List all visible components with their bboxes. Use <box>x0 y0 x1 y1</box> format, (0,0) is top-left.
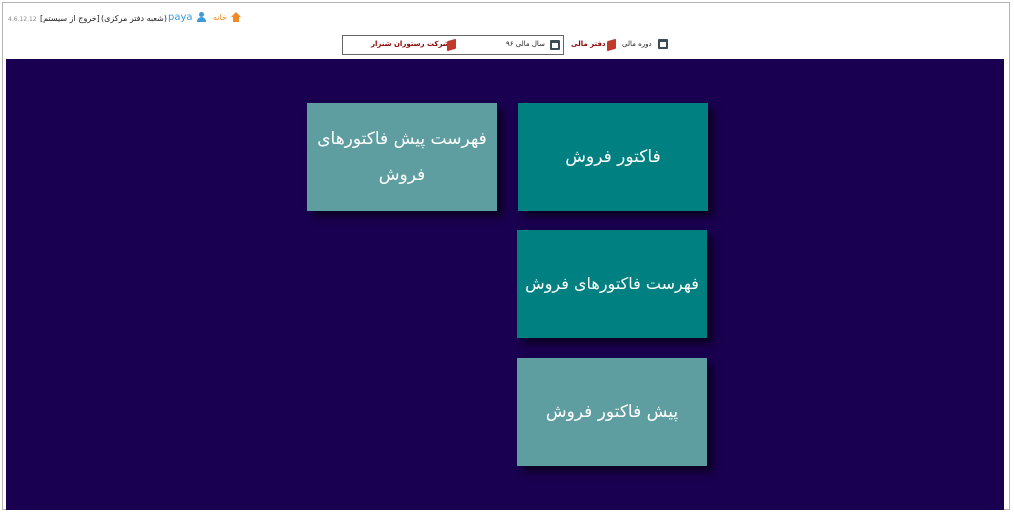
tile-proforma-invoice[interactable]: پیش فاکتور فروش <box>517 358 707 466</box>
tile-sales-invoice-list-label: فهرست فاکتورهای فروش <box>525 274 699 293</box>
user-icon <box>196 12 206 23</box>
tile-proforma-invoice-label: پیش فاکتور فروش <box>545 402 679 422</box>
tile-proforma-list-label: فهرست پیش فاکتورهای فروش <box>317 129 487 185</box>
fiscal-year-calendar-icon <box>550 40 560 50</box>
tile-sales-invoice[interactable]: فاکتور فروش <box>518 103 708 211</box>
username: paya <box>168 12 193 23</box>
ledger-link[interactable]: دفتر مالی <box>571 40 606 48</box>
logout-link[interactable]: [خروج از سیستم] <box>40 14 100 23</box>
version-text: 4.6.12.12 <box>8 16 37 23</box>
dashboard-area: فاکتور فروش فهرست پیش فاکتورهای فروش فهر… <box>6 59 1004 510</box>
tile-sales-invoice-label: فاکتور فروش <box>565 147 661 167</box>
period-label[interactable]: دوره مالی <box>622 40 652 48</box>
home-label: خانه <box>213 12 227 22</box>
period-calendar-icon <box>658 39 668 49</box>
tile-proforma-list[interactable]: فهرست پیش فاکتورهای فروش <box>307 103 497 211</box>
fiscal-info-box: شرکت رستوران شنزار سال مالی ۹۶ <box>342 35 564 55</box>
branch-label: (شعبه دفتر مرکزی) <box>101 14 167 23</box>
tile-sales-invoice-list[interactable]: فهرست فاکتورهای فروش <box>517 230 707 338</box>
company-book-icon <box>447 38 456 52</box>
company-name[interactable]: شرکت رستوران شنزار <box>371 40 450 48</box>
home-icon <box>230 12 242 22</box>
user-menu[interactable]: paya <box>168 12 206 23</box>
home-link[interactable]: خانه <box>213 12 242 22</box>
fiscal-year[interactable]: سال مالی ۹۶ <box>506 40 545 48</box>
